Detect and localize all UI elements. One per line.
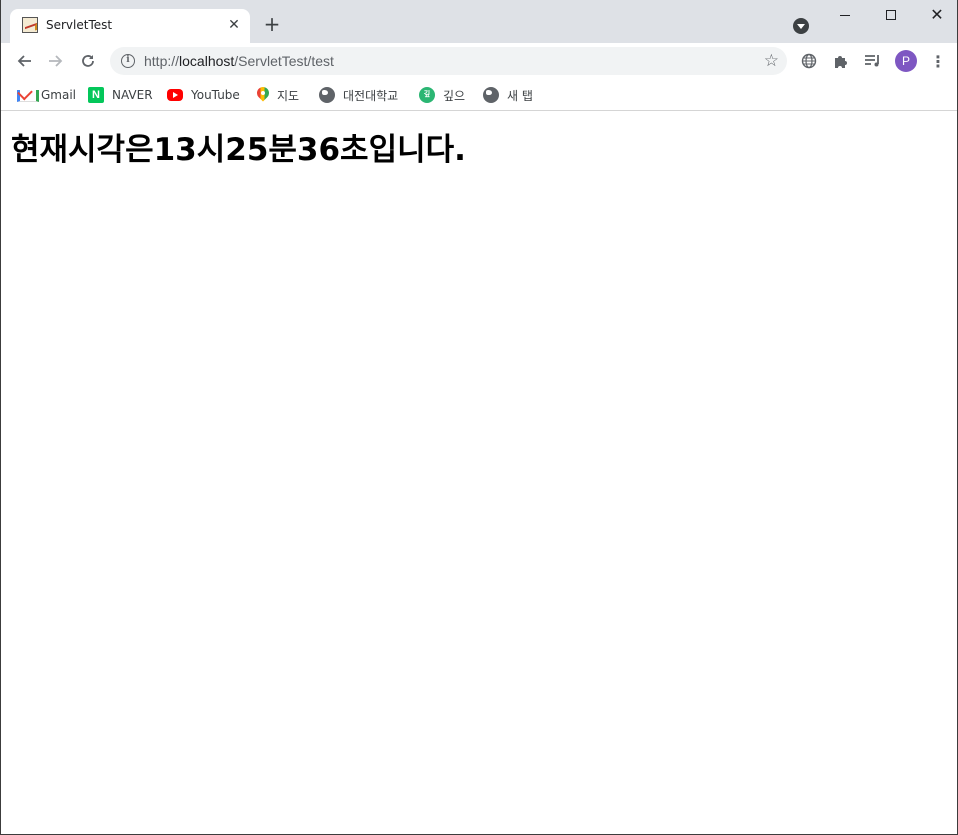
bookmark-naver[interactable]: N NAVER xyxy=(88,85,153,105)
url-text[interactable]: http://localhost/ServletTest/test xyxy=(144,53,334,69)
translate-extension-icon[interactable] xyxy=(799,51,819,71)
tab-servlettest[interactable]: ServletTest ✕ xyxy=(10,9,250,43)
youtube-icon xyxy=(167,89,183,101)
bookmark-label: 지도 xyxy=(277,88,300,103)
tab-title: ServletTest xyxy=(46,18,113,32)
page-heading: 현재시각은13시25분36초입니다. xyxy=(11,132,466,168)
profile-avatar[interactable]: P xyxy=(895,50,917,72)
bookmarks-bar: Gmail N NAVER YouTube 지도 대전대학교 깊 깊으 새 탭 xyxy=(1,79,957,111)
bookmark-label: 깊으 xyxy=(443,88,466,103)
back-button[interactable] xyxy=(13,50,35,72)
new-tab-button[interactable]: + xyxy=(263,14,281,34)
favicon-icon xyxy=(22,17,38,33)
gipeun-icon: 깊 xyxy=(419,87,435,103)
globe-icon xyxy=(801,53,817,69)
address-bar[interactable]: i http://localhost/ServletTest/test ☆ xyxy=(110,47,787,75)
puzzle-icon xyxy=(835,56,847,68)
globe-icon xyxy=(483,87,499,103)
close-window-button[interactable]: ✕ xyxy=(914,0,957,30)
bookmark-star-icon[interactable]: ☆ xyxy=(764,51,779,71)
browser-toolbar: i http://localhost/ServletTest/test ☆ P … xyxy=(1,43,957,79)
bookmark-maps[interactable]: 지도 xyxy=(257,85,299,105)
forward-button[interactable] xyxy=(45,50,67,72)
minimize-icon xyxy=(840,14,850,16)
playlist-icon xyxy=(865,55,879,67)
bookmark-new-tab[interactable]: 새 탭 xyxy=(483,85,533,105)
close-icon: ✕ xyxy=(930,5,944,24)
back-arrow-icon xyxy=(17,55,31,67)
bookmark-label: 대전대학교 xyxy=(343,88,399,103)
bookmark-gipeun[interactable]: 깊 깊으 xyxy=(419,85,465,105)
globe-icon xyxy=(319,87,335,103)
forward-arrow-icon xyxy=(49,55,63,67)
bookmark-label: Gmail xyxy=(41,88,77,102)
gmail-icon xyxy=(17,87,39,103)
maximize-icon xyxy=(886,10,896,20)
reload-button[interactable] xyxy=(77,50,99,72)
bookmark-label: 새 탭 xyxy=(507,88,533,103)
tab-strip: ServletTest ✕ + ✕ xyxy=(1,0,957,43)
site-info-icon[interactable]: i xyxy=(121,54,135,68)
url-path: /ServletTest/test xyxy=(234,53,334,69)
maps-pin-icon xyxy=(257,87,269,103)
naver-icon: N xyxy=(88,87,104,103)
extensions-button[interactable] xyxy=(831,51,851,71)
bookmark-youtube[interactable]: YouTube xyxy=(167,85,240,105)
reload-icon xyxy=(82,55,94,67)
bookmark-gmail[interactable]: Gmail xyxy=(17,85,76,105)
menu-kebab-icon[interactable]: ⋮ xyxy=(928,51,948,71)
media-control-button[interactable] xyxy=(863,51,883,71)
browser-window: ServletTest ✕ + ✕ i http://localhost/Ser… xyxy=(0,0,958,835)
bookmark-label: YouTube xyxy=(191,88,240,102)
maximize-button[interactable] xyxy=(868,0,914,30)
tab-close-icon[interactable]: ✕ xyxy=(226,17,242,33)
minimize-button[interactable] xyxy=(822,0,868,30)
bookmark-label: NAVER xyxy=(112,88,153,102)
tab-search-icon[interactable] xyxy=(793,18,809,34)
url-scheme: http:// xyxy=(144,53,180,69)
bookmark-daejeon-univ[interactable]: 대전대학교 xyxy=(319,85,398,105)
url-host: localhost xyxy=(179,53,235,69)
page-content: 현재시각은13시25분36초입니다. xyxy=(1,112,957,834)
